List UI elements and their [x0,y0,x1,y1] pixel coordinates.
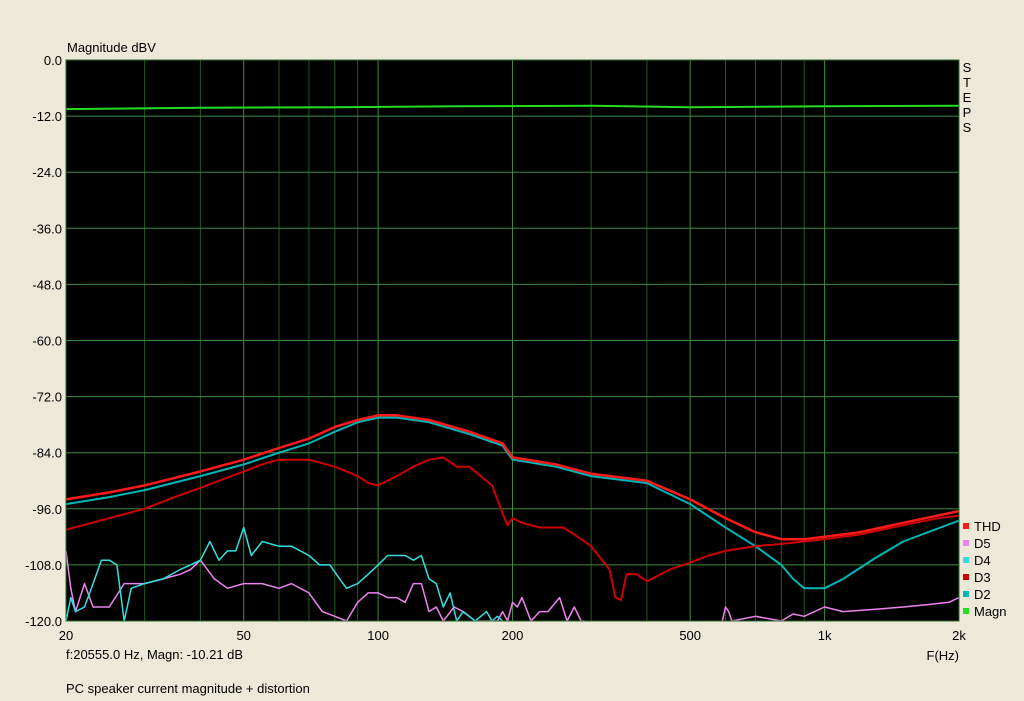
legend-swatch [963,557,969,563]
x-axis-label: F(Hz) [927,648,960,663]
y-axis-label: Magnitude dBV [67,40,156,55]
x-axis: 20 50 100 200 500 1k 2k [59,628,967,643]
y-tick-label: 0.0 [44,53,62,68]
y-tick-label: -72.0 [32,390,62,405]
legend-swatch [963,523,969,529]
y-tick-label: -60.0 [32,334,62,349]
x-tick-label: 100 [367,628,389,643]
y-tick-label: -24.0 [32,165,62,180]
y-tick-label: -36.0 [32,221,62,236]
legend-label: Magn [974,604,1007,619]
legend-label: D4 [974,553,991,568]
x-tick-label: 200 [502,628,524,643]
x-tick-label: 2k [952,628,966,643]
steps-label: STEPS [963,60,972,135]
legend-swatch [963,540,969,546]
steps-letter: S [963,120,972,135]
steps-letter: T [963,75,971,90]
y-tick-label: -48.0 [32,277,62,292]
legend: THD D5 D4 D3 D2 Magn [963,519,1007,619]
steps-letter: S [963,60,972,75]
legend-label: D3 [974,570,991,585]
legend-swatch [963,574,969,580]
y-tick-label: -120.0 [25,614,62,629]
legend-label: THD [974,519,1001,534]
y-tick-label: -12.0 [32,109,62,124]
cursor-readout: f:20555.0 Hz, Magn: -10.21 dB [66,647,244,662]
legend-label: D2 [974,587,991,602]
y-tick-label: -96.0 [32,502,62,517]
x-tick-label: 50 [236,628,250,643]
steps-letter: P [963,105,972,120]
chart: 0.0 -12.0 -24.0 -36.0 -48.0 -60.0 -72.0 -84.0 -9… [25,40,1007,663]
steps-letter: E [963,90,972,105]
x-tick-label: 1k [818,628,832,643]
legend-swatch [963,608,969,614]
y-tick-label: -108.0 [25,558,62,573]
x-tick-label: 500 [679,628,701,643]
y-axis: 0.0 -12.0 -24.0 -36.0 -48.0 -60.0 -72.0 -84.0 -9… [25,53,62,629]
x-tick-label: 20 [59,628,73,643]
legend-swatch [963,591,969,597]
y-tick-label: -84.0 [32,446,62,461]
legend-label: D5 [974,536,991,551]
chart-caption: PC speaker current magnitude + distortio… [66,681,310,696]
